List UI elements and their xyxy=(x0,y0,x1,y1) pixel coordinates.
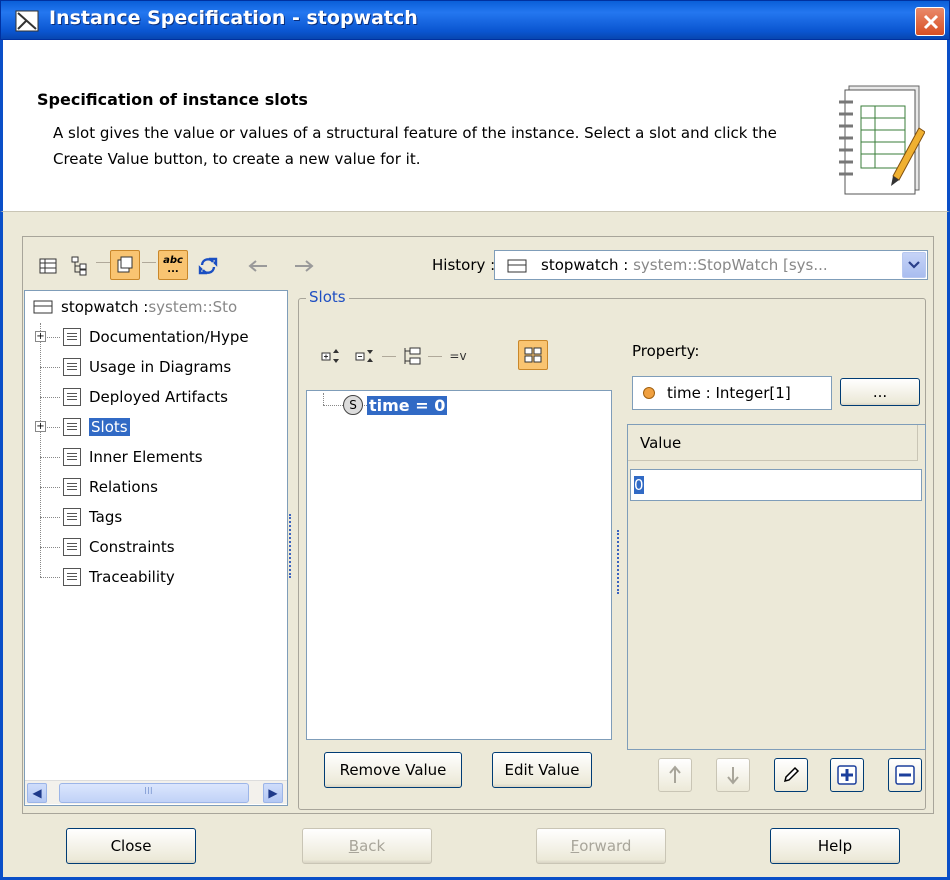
page-icon xyxy=(63,328,81,346)
history-label: History : xyxy=(432,256,496,274)
compact-view-icon[interactable] xyxy=(110,250,140,280)
tree-item-documentation[interactable]: Documentation/Hype xyxy=(63,325,249,349)
instance-icon xyxy=(507,259,527,273)
value-column-header: Value xyxy=(628,425,918,461)
slot-icon: S xyxy=(343,395,363,415)
banner-description: A slot gives the value or values of a st… xyxy=(53,124,777,168)
close-icon xyxy=(923,14,939,30)
edit-value-button[interactable]: Edit Value xyxy=(492,752,592,788)
window-title: Instance Specification - stopwatch xyxy=(49,7,418,29)
tree-item-slots[interactable]: Slots xyxy=(63,415,130,439)
expand-all-icon[interactable] xyxy=(318,342,346,370)
property-label: Property: xyxy=(632,342,700,360)
instance-icon xyxy=(33,300,53,314)
page-icon xyxy=(63,538,81,556)
navigation-tree: stopwatch : system::Sto + Documentation/… xyxy=(24,290,288,806)
app-icon xyxy=(15,10,39,32)
tree-item-deployed-artifacts[interactable]: Deployed Artifacts xyxy=(63,385,228,409)
tree-view-icon[interactable] xyxy=(66,252,94,280)
scroll-right-icon[interactable]: ▶ xyxy=(263,783,283,803)
splitter-handle[interactable] xyxy=(289,514,293,578)
value-table: Value 0 xyxy=(627,424,926,750)
hierarchy-icon[interactable] xyxy=(398,342,426,370)
chevron-down-icon[interactable] xyxy=(902,252,926,278)
tree-item-constraints[interactable]: Constraints xyxy=(63,535,175,559)
toolbar-separator xyxy=(428,356,442,357)
page-icon xyxy=(63,508,81,526)
show-values-icon[interactable]: =v xyxy=(444,342,472,370)
back-button[interactable]: Back xyxy=(302,828,432,864)
close-window-button[interactable] xyxy=(915,7,945,36)
toolbar-separator xyxy=(96,262,110,263)
scroll-left-icon[interactable]: ◀ xyxy=(27,783,47,803)
toolbar-separator xyxy=(142,262,156,263)
grid-view-icon[interactable] xyxy=(518,340,548,370)
tree-horizontal-scrollbar[interactable]: ◀ III ▶ xyxy=(25,780,287,804)
tree-root[interactable]: stopwatch : system::Sto xyxy=(33,295,237,319)
collapse-all-icon[interactable] xyxy=(352,342,380,370)
move-up-icon[interactable] xyxy=(658,758,692,792)
toolbar-separator xyxy=(382,356,396,357)
remove-value-icon[interactable] xyxy=(888,758,922,792)
page-icon xyxy=(63,388,81,406)
expand-icon[interactable]: + xyxy=(35,331,46,342)
forward-arrow-icon[interactable] xyxy=(290,252,318,280)
tree-item-usage-in-diagrams[interactable]: Usage in Diagrams xyxy=(63,355,231,379)
browse-property-button[interactable]: ... xyxy=(840,378,920,406)
close-button[interactable]: Close xyxy=(66,828,196,864)
tree-item-traceability[interactable]: Traceability xyxy=(63,565,175,589)
header-banner: Specification of instance slots A slot g… xyxy=(0,40,950,212)
page-icon xyxy=(63,478,81,496)
splitter-handle[interactable] xyxy=(617,530,621,594)
move-down-icon[interactable] xyxy=(716,758,750,792)
page-icon xyxy=(63,568,81,586)
window-border-left xyxy=(0,212,3,880)
banner-heading: Specification of instance slots xyxy=(37,90,308,109)
history-dropdown[interactable]: stopwatch : system::StopWatch [sys... xyxy=(494,250,928,280)
page-icon xyxy=(63,418,81,436)
tree-connector xyxy=(40,323,41,577)
expand-icon[interactable]: + xyxy=(35,421,46,432)
tree-item-tags[interactable]: Tags xyxy=(63,505,122,529)
slots-tree: S time = 0 xyxy=(306,390,612,740)
tree-item-inner-elements[interactable]: Inner Elements xyxy=(63,445,203,469)
scrollbar-thumb[interactable]: III xyxy=(59,783,249,803)
property-field: time : Integer[1] xyxy=(632,376,832,410)
help-button[interactable]: Help xyxy=(770,828,900,864)
abc-icon[interactable]: abc ... xyxy=(158,250,188,280)
title-bar: Instance Specification - stopwatch xyxy=(0,0,950,40)
page-icon xyxy=(63,448,81,466)
property-icon xyxy=(643,387,655,399)
edit-pencil-icon[interactable] xyxy=(774,758,808,792)
forward-button[interactable]: Forward xyxy=(536,828,666,864)
refresh-icon[interactable] xyxy=(194,252,222,280)
page-icon xyxy=(63,358,81,376)
value-cell[interactable]: 0 xyxy=(630,469,922,501)
slot-item[interactable]: S time = 0 xyxy=(343,393,448,417)
table-view-icon[interactable] xyxy=(34,252,62,280)
add-value-icon[interactable] xyxy=(830,758,864,792)
back-arrow-icon[interactable] xyxy=(244,252,272,280)
slots-legend: Slots xyxy=(306,288,349,306)
tree-item-relations[interactable]: Relations xyxy=(63,475,158,499)
notebook-icon xyxy=(839,85,925,195)
remove-value-button[interactable]: Remove Value xyxy=(324,752,462,788)
